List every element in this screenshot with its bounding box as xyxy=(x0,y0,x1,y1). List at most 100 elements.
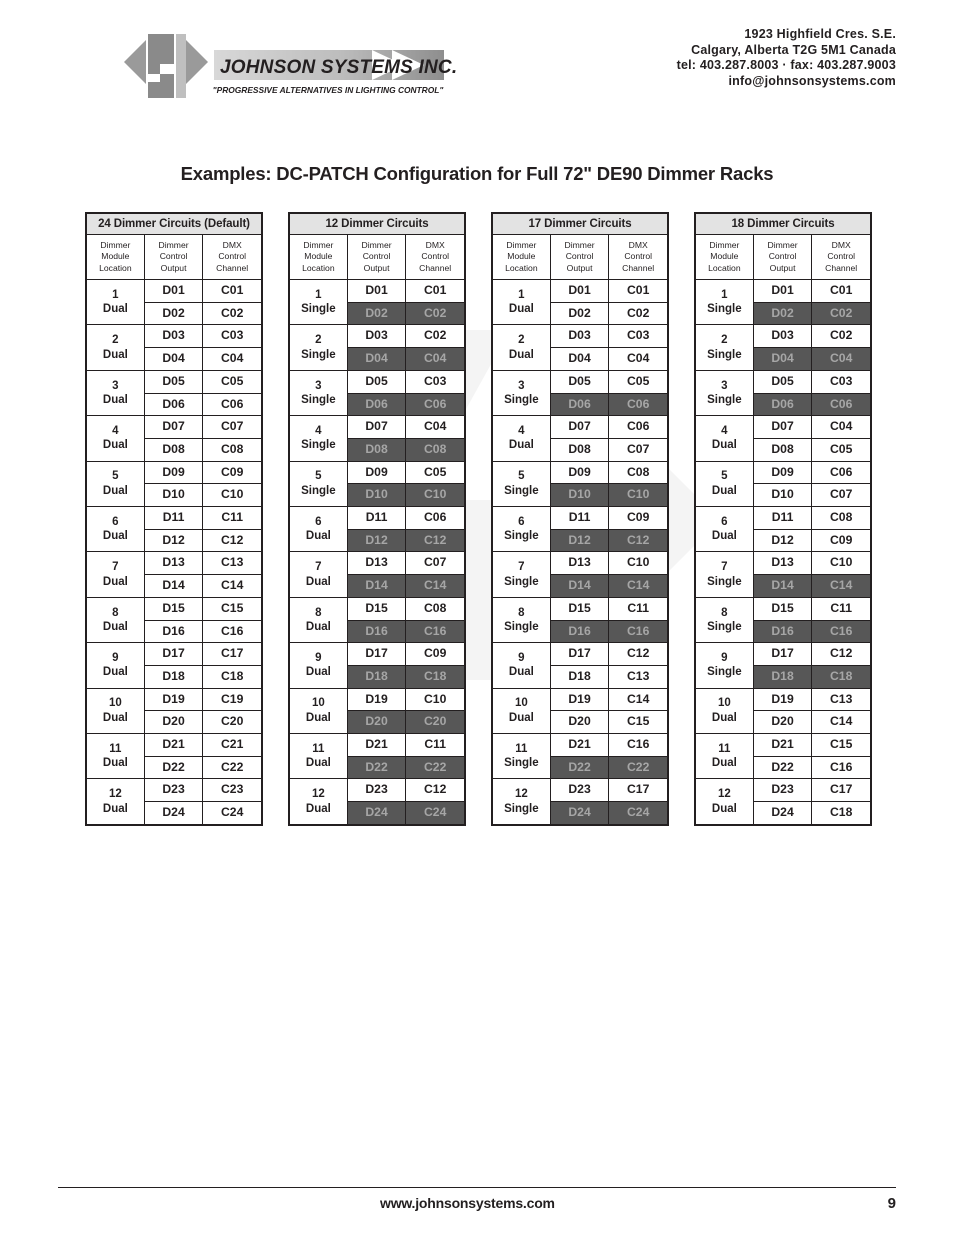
dimmer-control-output-cell: D04 xyxy=(752,347,813,371)
module-location-cell: 7 Dual xyxy=(86,551,145,598)
module-location-cell: 5 Single xyxy=(289,460,348,508)
contact-phone-line: tel: 403.287.8003 · fax: 403.287.9003 xyxy=(676,58,896,72)
dmx-control-channel-cell: C08 xyxy=(811,506,871,530)
dimmer-control-output-cell: D02 xyxy=(346,301,407,326)
column-header-output-line: Output xyxy=(160,262,187,273)
dimmer-control-output-cell: D18 xyxy=(549,664,610,689)
dimmer-control-output-cell: D05 xyxy=(346,369,407,394)
dmx-control-channel-cell: C14 xyxy=(811,710,871,735)
module-number: 9 xyxy=(315,651,322,664)
table-row: 1 Dual D01 C01 xyxy=(86,278,262,326)
module-location-cell: 8 Dual xyxy=(86,596,145,644)
module-location-cell: 11 Single xyxy=(492,733,551,780)
module-location-cell: 7 Dual xyxy=(289,551,348,598)
dimmer-control-output-cell: D15 xyxy=(346,596,407,621)
module-number: 12 xyxy=(717,788,731,801)
module-location-cell: 3 Single xyxy=(492,369,551,417)
module-number: 11 xyxy=(718,742,731,755)
table-row: 4 Dual D07 C06 xyxy=(492,415,668,462)
dimmer-control-output-cell: D02 xyxy=(752,301,813,326)
dimmer-control-output-cell: D19 xyxy=(346,687,407,712)
table-title: 24 Dimmer Circuits (Default) xyxy=(86,213,262,235)
column-header-location-line: Dimmer xyxy=(709,239,740,250)
dimmer-control-output-cell: D08 xyxy=(346,437,407,462)
dmx-control-channel-cell: C16 xyxy=(202,619,262,644)
dimmer-control-output-cell: D01 xyxy=(549,279,610,303)
logo-tagline: "PROGRESSIVE ALTERNATIVES IN LIGHTING CO… xyxy=(213,85,445,95)
module-number: 4 xyxy=(721,424,728,437)
table-row: 10 Dual D19 C13 xyxy=(695,687,871,735)
dmx-control-channel-cell: C14 xyxy=(608,687,668,712)
dmx-control-channel-cell: C16 xyxy=(608,619,668,644)
column-header-output-line: Output xyxy=(363,262,390,273)
module-location-cell: 3 Single xyxy=(289,369,348,417)
module-number: 4 xyxy=(315,424,322,437)
dmx-control-channel-cell: C17 xyxy=(202,642,262,666)
module-type: Single xyxy=(707,348,742,361)
module-number: 7 xyxy=(315,561,322,574)
table-row: 12 Dual D23 C12 xyxy=(289,778,465,825)
dimmer-control-output-cell: D17 xyxy=(549,642,610,666)
table-row: 2 Dual D03 C03 xyxy=(492,324,668,371)
module-number: 2 xyxy=(721,334,728,347)
dimmer-control-output-cell: D14 xyxy=(346,574,407,598)
column-header-channel: DMX Control Channel xyxy=(811,234,871,280)
dmx-control-channel-cell: C09 xyxy=(405,642,465,666)
module-location-cell: 5 Dual xyxy=(695,460,754,508)
dimmer-control-output-cell: D03 xyxy=(143,324,204,349)
module-location-cell: 3 Single xyxy=(695,369,754,417)
dmx-control-channel-cell: C24 xyxy=(202,801,262,825)
module-type: Dual xyxy=(305,757,331,770)
dimmer-control-output-cell: D20 xyxy=(143,710,204,735)
module-number: 12 xyxy=(514,788,528,801)
footer-website-link[interactable]: www.johnsonsystems.com xyxy=(380,1195,555,1211)
table-row: 4 Dual D07 C04 xyxy=(695,415,871,462)
table-row: 5 Single D09 C05 xyxy=(289,460,465,508)
dmx-control-channel-cell: C19 xyxy=(202,687,262,712)
module-location-cell: 4 Dual xyxy=(492,415,551,462)
dimmer-control-output-cell: D22 xyxy=(346,755,407,780)
dmx-control-channel-cell: C12 xyxy=(608,528,668,553)
contact-email-line[interactable]: info@johnsonsystems.com xyxy=(677,74,896,90)
dmx-control-channel-cell: C07 xyxy=(405,551,465,576)
dimmer-control-output-cell: D03 xyxy=(346,324,407,349)
module-location-cell: 8 Single xyxy=(492,596,551,644)
dmx-control-channel-cell: C20 xyxy=(405,710,465,735)
table-row: 9 Dual D17 C17 xyxy=(86,642,262,689)
dimmer-control-output-cell: D10 xyxy=(549,483,610,508)
dmx-control-channel-cell: C08 xyxy=(608,460,668,485)
dimmer-control-output-cell: D12 xyxy=(549,528,610,553)
dmx-control-channel-cell: C13 xyxy=(608,664,668,689)
column-header-output: Dimmer Control Output xyxy=(752,234,813,280)
column-header-channel: DMX Control Channel xyxy=(405,234,465,280)
dimmer-control-output-cell: D23 xyxy=(752,778,813,803)
dmx-control-channel-cell: C04 xyxy=(202,347,262,371)
dimmer-table-3: 17 Dimmer Circuits Dimmer Module Location Di… xyxy=(491,212,669,826)
contact-block: 1923 Highfield Cres. S.E. Calgary, Alber… xyxy=(677,27,896,89)
table-row: 2 Dual D03 C03 xyxy=(86,324,262,371)
dimmer-control-output-cell: D19 xyxy=(549,687,610,712)
dmx-control-channel-cell: C09 xyxy=(811,528,871,553)
dimmer-control-output-cell: D04 xyxy=(549,347,610,371)
column-header-channel: DMX Control Channel xyxy=(202,234,262,280)
dmx-control-channel-cell: C15 xyxy=(811,733,871,757)
dimmer-control-output-cell: D11 xyxy=(549,506,610,530)
module-type: Dual xyxy=(102,303,128,316)
module-number: 5 xyxy=(315,470,322,483)
module-number: 6 xyxy=(315,515,322,528)
dimmer-control-output-cell: D11 xyxy=(346,506,407,530)
column-header-output-line: Dimmer xyxy=(767,239,798,250)
dimmer-control-output-cell: D11 xyxy=(143,506,204,530)
module-type: Single xyxy=(707,621,742,634)
table-row: 5 Dual D09 C06 xyxy=(695,460,871,508)
module-type: Single xyxy=(707,303,742,316)
dimmer-control-output-cell: D21 xyxy=(752,733,813,757)
dmx-control-channel-cell: C01 xyxy=(608,279,668,303)
dimmer-control-output-cell: D08 xyxy=(549,437,610,462)
module-location-cell: 11 Dual xyxy=(289,733,348,780)
module-type: Dual xyxy=(305,621,331,634)
module-type: Dual xyxy=(711,802,737,815)
table-row: 3 Single D05 C03 xyxy=(289,369,465,417)
dimmer-control-output-cell: D20 xyxy=(549,710,610,735)
module-type: Single xyxy=(504,621,539,634)
